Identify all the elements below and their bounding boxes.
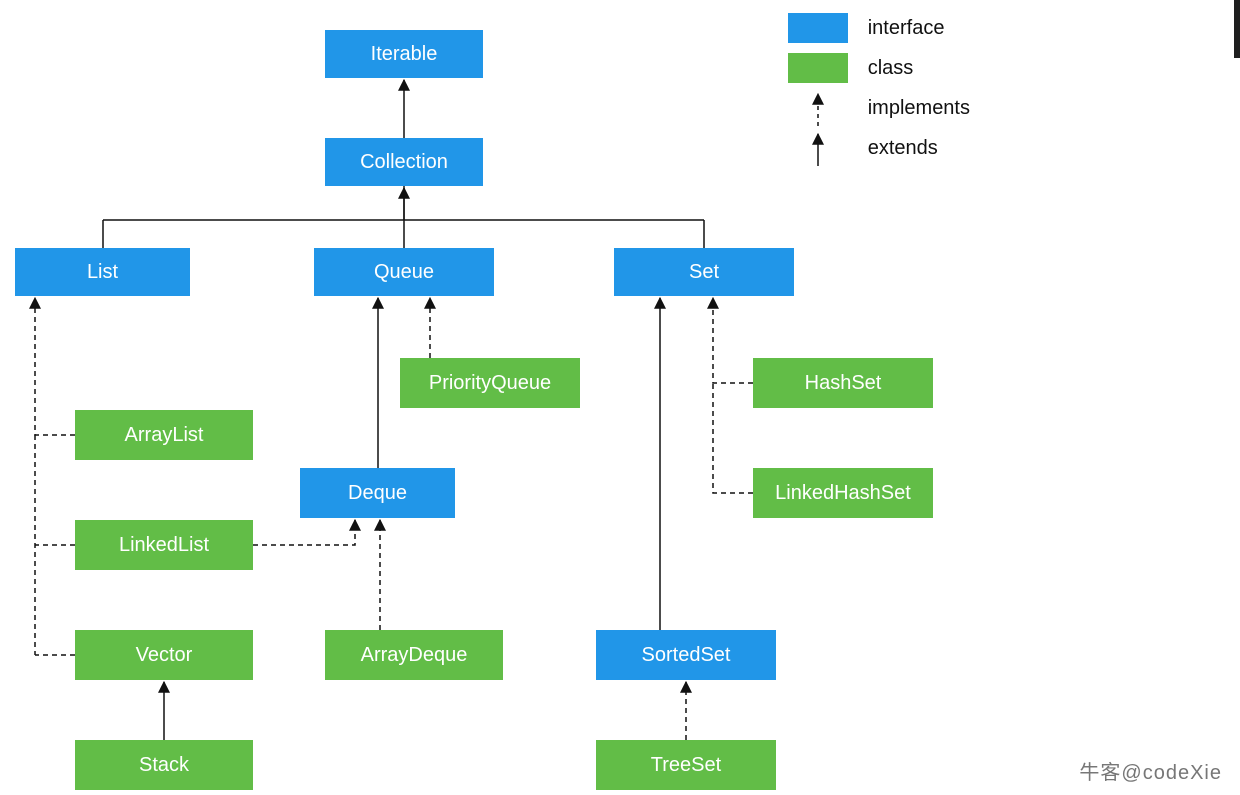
node-label: PriorityQueue <box>429 372 551 395</box>
node-linkedhashset: LinkedHashSet <box>753 468 933 518</box>
node-label: Iterable <box>371 43 438 66</box>
node-label: Stack <box>139 754 189 777</box>
node-label: Deque <box>348 482 407 505</box>
node-collection: Collection <box>325 138 483 186</box>
node-label: Collection <box>360 151 448 174</box>
legend-row-extends: extends <box>788 128 970 168</box>
node-label: Queue <box>374 261 434 284</box>
legend-swatch-class <box>788 53 848 83</box>
node-arraydeque: ArrayDeque <box>325 630 503 680</box>
legend-label: interface <box>868 17 945 40</box>
node-label: LinkedHashSet <box>775 482 911 505</box>
node-hashset: HashSet <box>753 358 933 408</box>
right-sidebar-stub <box>1234 0 1240 58</box>
node-set: Set <box>614 248 794 296</box>
legend-arrow-implements-icon <box>788 88 848 128</box>
legend-row-implements: implements <box>788 88 970 128</box>
node-label: Vector <box>136 644 193 667</box>
node-list: List <box>15 248 190 296</box>
legend-label: extends <box>868 137 938 160</box>
node-label: List <box>87 261 118 284</box>
node-label: ArrayList <box>125 424 204 447</box>
legend-row-class: class <box>788 48 970 88</box>
legend-label: implements <box>868 97 970 120</box>
node-deque: Deque <box>300 468 455 518</box>
legend-label: class <box>868 57 914 80</box>
node-vector: Vector <box>75 630 253 680</box>
node-label: Set <box>689 261 719 284</box>
diagram-canvas: Iterable Collection List Queue Set Prior… <box>0 0 1240 795</box>
node-label: SortedSet <box>642 644 731 667</box>
node-stack: Stack <box>75 740 253 790</box>
node-sortedset: SortedSet <box>596 630 776 680</box>
watermark: 牛客@codeXie <box>1079 756 1222 785</box>
node-priorityqueue: PriorityQueue <box>400 358 580 408</box>
node-label: HashSet <box>805 372 882 395</box>
legend-swatch-interface <box>788 13 848 43</box>
node-linkedlist: LinkedList <box>75 520 253 570</box>
legend-row-interface: interface <box>788 8 970 48</box>
node-label: LinkedList <box>119 534 209 557</box>
legend: interface class implements extends <box>788 8 970 168</box>
node-queue: Queue <box>314 248 494 296</box>
node-treeset: TreeSet <box>596 740 776 790</box>
node-label: TreeSet <box>651 754 721 777</box>
node-label: ArrayDeque <box>361 644 468 667</box>
legend-arrow-extends-icon <box>788 128 848 168</box>
node-iterable: Iterable <box>325 30 483 78</box>
node-arraylist: ArrayList <box>75 410 253 460</box>
